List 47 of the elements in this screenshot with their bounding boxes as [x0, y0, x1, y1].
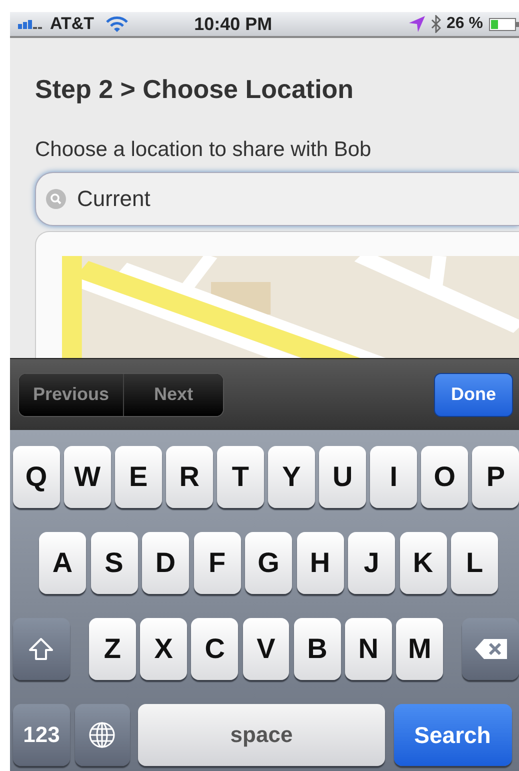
space-key[interactable]: space: [138, 704, 385, 766]
wifi-icon: [106, 16, 128, 32]
letter-key[interactable]: I: [370, 446, 417, 508]
letter-key[interactable]: N: [345, 618, 392, 680]
letter-key[interactable]: V: [242, 618, 290, 680]
shift-key[interactable]: [13, 618, 70, 680]
letter-key[interactable]: S: [90, 532, 138, 594]
page-title: Step 2 > Choose Location: [35, 74, 355, 105]
done-button[interactable]: Done: [434, 372, 513, 416]
letter-key[interactable]: O: [421, 446, 468, 508]
signal-icon: [18, 19, 44, 29]
letter-key[interactable]: G: [245, 532, 292, 594]
letter-key[interactable]: M: [396, 618, 444, 680]
letter-key[interactable]: E: [115, 446, 162, 508]
letter-key[interactable]: Y: [268, 446, 315, 508]
letter-key[interactable]: J: [348, 532, 395, 594]
prompt-text: Choose a location to share with Bob: [35, 138, 372, 162]
letter-key[interactable]: X: [140, 618, 188, 680]
numbers-key[interactable]: 123: [13, 704, 70, 766]
letter-key[interactable]: F: [194, 532, 240, 594]
globe-key[interactable]: [74, 704, 130, 766]
letter-key[interactable]: W: [64, 446, 111, 508]
shift-arrow-icon: [29, 638, 54, 660]
letter-key[interactable]: C: [191, 618, 238, 680]
letter-key[interactable]: K: [400, 532, 446, 594]
letter-key[interactable]: B: [294, 618, 341, 680]
letter-key[interactable]: P: [472, 446, 519, 508]
clock-time: 10:40 PM: [194, 14, 272, 34]
search-key[interactable]: Search: [394, 704, 512, 766]
carrier-name: AT&T: [50, 14, 94, 34]
letter-key[interactable]: T: [217, 446, 264, 508]
letter-key[interactable]: A: [39, 532, 86, 594]
letter-key[interactable]: Q: [13, 446, 60, 508]
delete-key[interactable]: [462, 618, 519, 680]
letter-key[interactable]: D: [142, 532, 189, 594]
bluetooth-icon: [430, 15, 441, 33]
letter-key[interactable]: H: [296, 532, 344, 594]
letter-key[interactable]: U: [319, 446, 366, 508]
search-field[interactable]: Current: [35, 172, 519, 226]
backspace-icon: [474, 639, 507, 659]
battery-icon: [489, 18, 519, 30]
globe-icon: [89, 722, 115, 748]
battery-percent: 26 %: [446, 15, 483, 33]
location-arrow-icon: [408, 16, 425, 32]
letter-key[interactable]: L: [451, 532, 498, 594]
letter-key[interactable]: R: [166, 446, 213, 508]
letter-key[interactable]: Z: [88, 618, 136, 680]
